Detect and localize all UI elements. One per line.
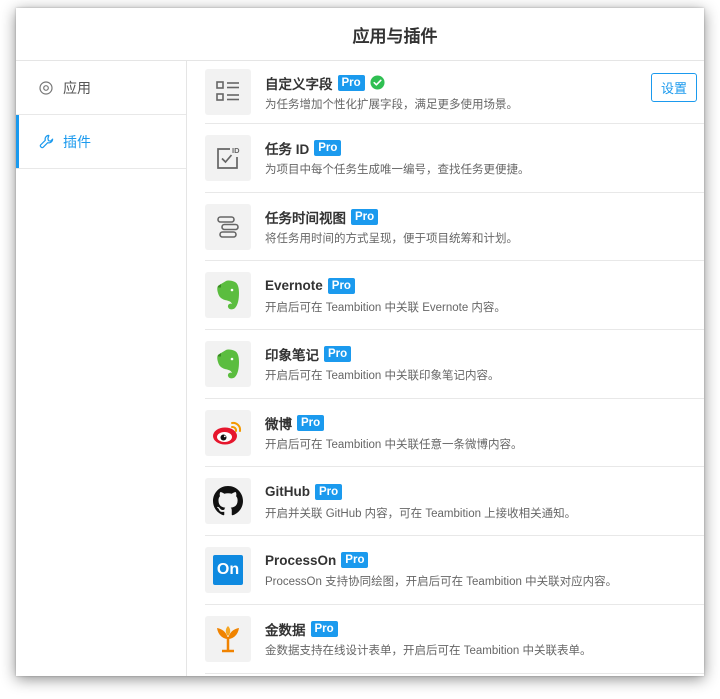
plugin-name: Evernote [265, 278, 323, 294]
sidebar-item-label: 插件 [63, 133, 91, 150]
yinxiang-icon [205, 340, 251, 387]
plugin-row-processon[interactable]: On ProcessOn Pro ProcessOn 支持协同绘图，开启后可在 … [205, 536, 704, 605]
pro-badge: Pro [314, 140, 342, 157]
plugin-row-weibo[interactable]: 微博 Pro 开启后可在 Teambition 中关联任意一条微博内容。 [205, 399, 704, 468]
pro-badge: Pro [310, 621, 338, 638]
plugin-name: 金数据 [265, 623, 306, 639]
plugin-description: 金数据支持在线设计表单，开启后可在 Teambition 中关联表单。 [265, 645, 592, 658]
sidebar-item-label: 应用 [63, 79, 91, 96]
plugin-description: 将任务用时间的方式呈现，便于项目统筹和计划。 [265, 233, 518, 246]
pro-badge: Pro [315, 483, 343, 500]
processon-icon: On [205, 546, 251, 593]
sidebar-item-apps[interactable]: 应用 [16, 61, 186, 115]
plugin-description: 开启后可在 Teambition 中关联印象笔记内容。 [265, 370, 500, 383]
pro-badge: Pro [324, 346, 352, 363]
jinshuju-icon [205, 615, 251, 662]
plugin-description: ProcessOn 支持协同绘图，开启后可在 Teambition 中关联对应内… [265, 576, 618, 589]
plugin-name: 任务 ID [265, 142, 310, 158]
window-header: 应用与插件 [16, 8, 704, 61]
weibo-icon [205, 409, 251, 456]
plugin-description: 开启并关联 GitHub 内容，可在 Teambition 上接收相关通知。 [265, 507, 577, 520]
pro-badge: Pro [341, 552, 369, 569]
plugin-row-task-id[interactable]: ID 任务 ID Pro 为项目中每个任务生成唯一编号，查找任务更便捷。 [205, 124, 704, 193]
svg-text:ID: ID [232, 146, 240, 155]
plugin-name: GitHub [265, 484, 310, 500]
page-title: 应用与插件 [352, 26, 438, 46]
wrench-icon [38, 134, 54, 150]
evernote-icon [205, 272, 251, 319]
check-circle-icon [370, 75, 385, 90]
plugin-row-github[interactable]: GitHub Pro 开启并关联 GitHub 内容，可在 Teambition… [205, 467, 704, 537]
plugin-name: ProcessOn [265, 552, 337, 568]
settings-button[interactable]: 设置 [651, 73, 697, 102]
pro-badge: Pro [337, 74, 365, 91]
plugin-row-yinxiang[interactable]: 印象笔记 Pro 开启后可在 Teambition 中关联印象笔记内容。 [205, 330, 704, 399]
github-icon [205, 478, 251, 525]
processon-logo-text: On [213, 554, 243, 585]
plugin-description: 为任务增加个性化扩展字段，满足更多使用场景。 [265, 98, 518, 111]
plugin-description: 开启后可在 Teambition 中关联 Evernote 内容。 [265, 301, 506, 314]
plugin-name: 自定义字段 [265, 76, 333, 92]
sidebar-item-plugins[interactable]: 插件 [16, 115, 186, 169]
task-id-icon: ID [205, 134, 251, 181]
custom-fields-icon [205, 69, 251, 115]
plugin-row-timeline[interactable]: 任务时间视图 Pro 将任务用时间的方式呈现，便于项目统筹和计划。 [205, 193, 704, 262]
plugin-description: 开启后可在 Teambition 中关联任意一条微博内容。 [265, 439, 523, 452]
plugin-description: 为项目中每个任务生成唯一编号，查找任务更便捷。 [265, 164, 530, 177]
plugins-window: 应用与插件 应用 插件 自定义字段 Pro 为任务增加个性化扩展字段，满足更多使… [16, 8, 704, 676]
plugin-name: 微博 [265, 417, 292, 433]
plugin-name: 印象笔记 [265, 348, 319, 364]
target-icon [38, 80, 54, 96]
pro-badge: Pro [327, 277, 355, 294]
pro-badge: Pro [351, 209, 379, 226]
plugin-row-evernote[interactable]: Evernote Pro 开启后可在 Teambition 中关联 Everno… [205, 261, 704, 331]
sidebar: 应用 插件 [16, 61, 187, 676]
plugin-row-custom-fields: 自定义字段 Pro 为任务增加个性化扩展字段，满足更多使用场景。 设置 [205, 61, 704, 124]
plugin-row-jinshuju[interactable]: 金数据 Pro 金数据支持在线设计表单，开启后可在 Teambition 中关联… [205, 605, 704, 674]
plugin-name: 任务时间视图 [265, 211, 346, 227]
pro-badge: Pro [297, 415, 325, 432]
timeline-icon [205, 203, 251, 250]
plugin-list: 自定义字段 Pro 为任务增加个性化扩展字段，满足更多使用场景。 设置 ID 任… [187, 61, 704, 676]
